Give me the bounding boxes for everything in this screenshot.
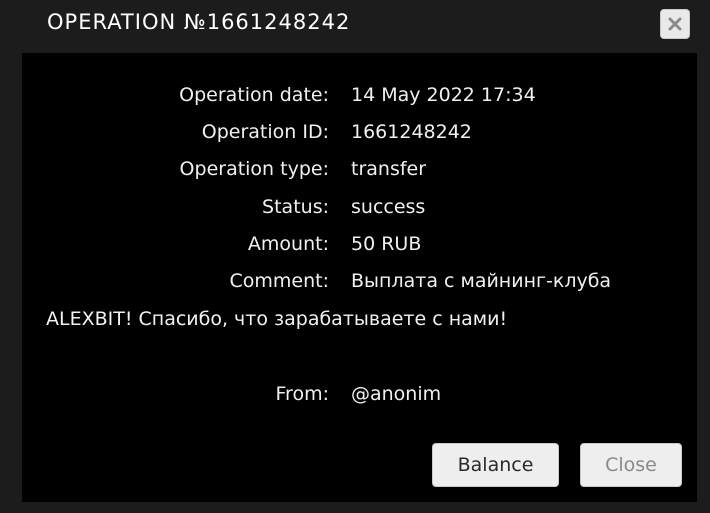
operation-id-value: 1661248242 (351, 121, 472, 143)
detail-row-from: From: @anonim (22, 379, 697, 409)
operation-type-value: transfer (351, 158, 427, 180)
from-label: From: (275, 383, 329, 405)
detail-row-comment: Comment: Выплата с майнинг-клуба (22, 266, 697, 296)
operation-date-value: 14 May 2022 17:34 (351, 84, 536, 106)
comment-value-line1: Выплата с майнинг-клуба (351, 270, 612, 292)
operation-dialog: OPERATION №1661248242 Operation date: 14… (0, 0, 710, 513)
status-label: Status: (262, 196, 329, 218)
close-button[interactable]: Close (580, 443, 682, 487)
dialog-titlebar: OPERATION №1661248242 (0, 0, 710, 52)
operation-details-panel: Operation date: 14 May 2022 17:34 Operat… (22, 53, 697, 502)
detail-row-id: Operation ID: 1661248242 (22, 117, 697, 147)
status-value: success (351, 196, 426, 218)
detail-row-amount: Amount: 50 RUB (22, 229, 697, 259)
amount-label: Amount: (247, 233, 329, 255)
comment-value-line2: ALEXBIT! Спасибо, что зарабатываете с на… (46, 308, 508, 330)
from-value: @anonim (351, 383, 442, 405)
close-dialog-button[interactable] (660, 9, 690, 39)
dialog-title: OPERATION №1661248242 (47, 10, 351, 34)
comment-label: Comment: (229, 270, 330, 292)
operation-date-label: Operation date: (179, 84, 329, 106)
balance-button[interactable]: Balance (432, 443, 559, 487)
detail-row-type: Operation type: transfer (22, 154, 697, 184)
detail-row-status: Status: success (22, 192, 697, 222)
operation-id-label: Operation ID: (201, 121, 329, 143)
operation-type-label: Operation type: (179, 158, 329, 180)
amount-value: 50 RUB (351, 233, 422, 255)
detail-row-date: Operation date: 14 May 2022 17:34 (22, 80, 697, 110)
close-x-icon (667, 16, 683, 32)
comment-continuation: ALEXBIT! Спасибо, что зарабатываете с на… (46, 304, 710, 334)
